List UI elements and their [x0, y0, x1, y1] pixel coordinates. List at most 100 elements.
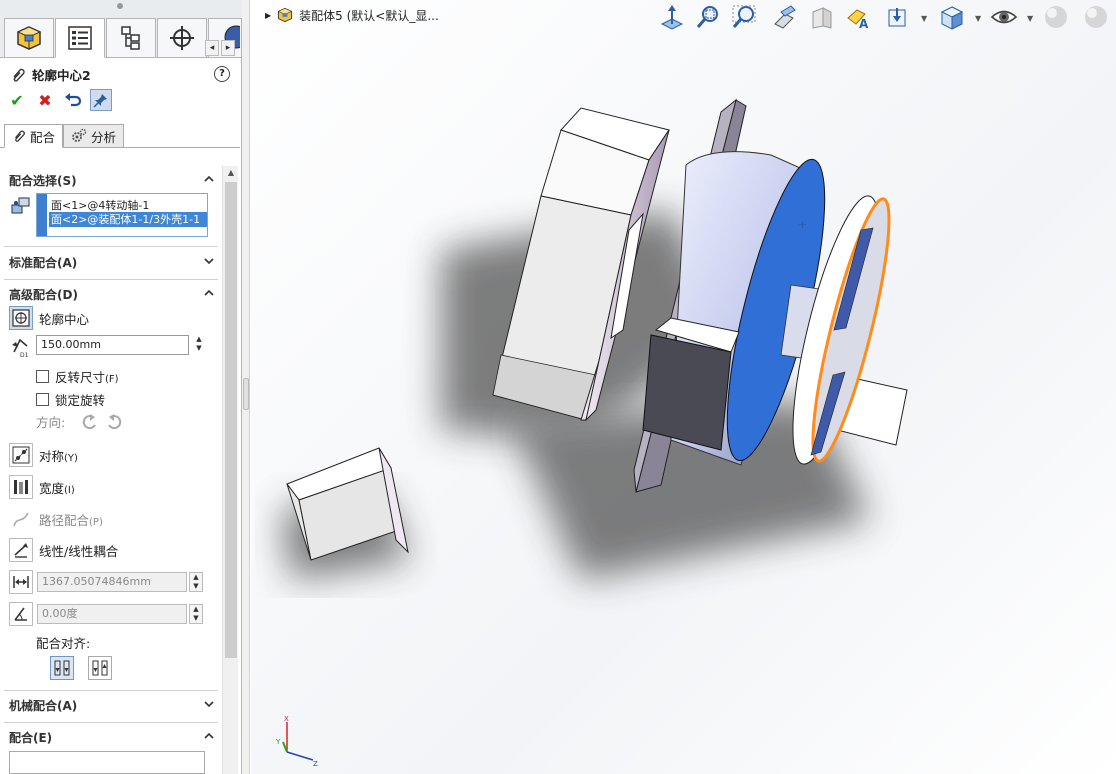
configuration-tree-icon — [121, 26, 140, 50]
offset-distance-input[interactable]: 150.00mm — [36, 335, 189, 355]
manager-tab-strip: ◂ ▸ — [0, 0, 242, 58]
angle-limit-button[interactable] — [9, 602, 33, 626]
mate-entities-icon — [11, 197, 30, 214]
width-button[interactable] — [9, 475, 33, 499]
mate-selection-list[interactable]: 面<1>@4转动轴-1 面<2>@装配体1-1/3外壳1-1 — [36, 193, 208, 237]
linear-coupler-icon — [14, 543, 28, 558]
rotate-ccw-icon — [83, 413, 97, 429]
mates-list-header[interactable]: 配合(E) — [9, 729, 52, 746]
chevron-up-icon[interactable] — [203, 287, 215, 299]
property-manager-title: 轮廓中心2 — [10, 65, 91, 84]
aligned-button[interactable] — [50, 656, 74, 680]
chevron-down-icon[interactable] — [203, 255, 215, 267]
tab-scroll-right-button[interactable]: ▸ — [221, 40, 235, 56]
property-manager-icon — [68, 26, 92, 50]
distance-input[interactable]: 1367.05074846mm — [37, 572, 187, 592]
panel-splitter[interactable] — [242, 0, 250, 774]
tab-feature-manager[interactable] — [4, 18, 54, 58]
anti-aligned-icon — [92, 660, 108, 676]
svg-text:D1: D1 — [20, 352, 29, 358]
gear-icon — [72, 128, 87, 142]
graphics-area[interactable]: ▶ 装配体5 (默认<默认_显... A ▼ ▼ ▼ + X Y Z — [251, 0, 1116, 774]
help-button[interactable]: ? — [214, 66, 230, 82]
paperclip-icon — [15, 130, 25, 142]
mate-subtabs: 配合 分析 — [4, 124, 125, 148]
section-divider — [4, 246, 218, 247]
undo-button[interactable] — [62, 89, 84, 111]
flip-dimension-option[interactable]: 反转尺寸(F) — [36, 367, 119, 386]
origin-marker: + — [798, 218, 807, 231]
anti-aligned-button[interactable] — [88, 656, 112, 680]
keep-visible-pin-button[interactable] — [90, 89, 112, 111]
ok-button[interactable]: ✔ — [6, 89, 28, 111]
tab-analysis-label: 分析 — [91, 129, 117, 145]
linear-coupler-option[interactable]: 线性/线性耦合 — [9, 538, 118, 562]
angle-input[interactable]: 0.00度 — [37, 604, 187, 624]
tab-mates-label: 配合 — [30, 129, 56, 145]
crosshair-icon — [170, 26, 194, 50]
offset-distance-spinner[interactable]: ▲ ▼ — [192, 335, 206, 355]
linear-coupler-button[interactable] — [9, 538, 33, 562]
selection-item-selected[interactable]: 面<2>@装配体1-1/3外壳1-1 — [49, 212, 207, 227]
linear-coupler-label: 线性/线性耦合 — [39, 543, 119, 559]
assembly-tree-icon — [16, 26, 42, 50]
flip-dimension-checkbox[interactable] — [36, 370, 49, 383]
lock-rotation-option[interactable]: 锁定旋转 — [36, 390, 105, 409]
chevron-down-icon[interactable] — [203, 698, 215, 710]
selection-color-bar — [37, 194, 47, 236]
tab-configuration-manager[interactable] — [106, 18, 156, 58]
tab-scroll-left-button[interactable]: ◂ — [205, 40, 219, 56]
mates-listbox[interactable] — [9, 751, 205, 774]
check-icon: ✔ — [10, 90, 24, 110]
selection-item[interactable]: 面<1>@4转动轴-1 — [51, 197, 149, 213]
width-option[interactable]: 宽度(I) — [9, 475, 75, 499]
triad-z-label: Z — [313, 760, 318, 768]
panel-scrollbar[interactable]: ▲ — [222, 166, 238, 774]
panel-grip-dot[interactable] — [117, 3, 123, 9]
mechanical-mates-header[interactable]: 机械配合(A) — [9, 697, 77, 714]
tab-property-manager[interactable] — [55, 18, 105, 58]
symmetric-icon — [12, 446, 30, 464]
chevron-up-icon[interactable] — [203, 173, 215, 185]
pm-action-buttons: ✔ ✖ — [6, 89, 112, 111]
scroll-up-button[interactable]: ▲ — [223, 166, 239, 180]
triad-x-label: X — [284, 715, 289, 723]
profile-center-label: 轮廓中心 — [39, 311, 90, 327]
angle-spinner[interactable]: ▲ ▼ — [189, 604, 203, 624]
mate-alignment-label: 配合对齐: — [36, 636, 91, 651]
path-curve-icon — [13, 512, 29, 527]
section-divider — [4, 690, 218, 691]
path-mate-label: 路径配合(P) — [39, 512, 103, 528]
width-label: 宽度(I) — [39, 480, 75, 496]
coordinate-triad: X Y Z — [275, 715, 318, 768]
profile-center-option[interactable]: 轮廓中心 — [9, 306, 89, 330]
tab-analysis[interactable]: 分析 — [63, 124, 125, 148]
path-mate-option: 路径配合(P) — [9, 507, 103, 531]
symmetric-option[interactable]: 对称(Y) — [9, 443, 78, 467]
rotate-cw-icon — [108, 413, 122, 429]
symmetric-label: 对称(Y) — [39, 448, 78, 464]
offset-distance-icon: D1 — [12, 338, 29, 358]
symmetric-button[interactable] — [9, 443, 33, 467]
chevron-up-icon[interactable] — [203, 730, 215, 742]
distance-spinner[interactable]: ▲ ▼ — [189, 572, 203, 592]
profile-center-button[interactable] — [9, 306, 33, 330]
splitter-grip[interactable] — [243, 378, 249, 410]
scrollbar-thumb[interactable] — [225, 182, 237, 658]
cancel-button[interactable]: ✖ — [34, 89, 56, 111]
undo-icon — [65, 93, 82, 107]
standard-mates-header[interactable]: 标准配合(A) — [9, 254, 77, 271]
aligned-icon — [54, 660, 70, 676]
tab-mates[interactable]: 配合 — [4, 124, 64, 148]
advanced-mates-header[interactable]: 高级配合(D) — [9, 286, 78, 303]
path-mate-button — [9, 507, 33, 531]
distance-limit-button[interactable] — [9, 570, 33, 594]
orientation-row: 方向: — [36, 412, 125, 431]
tab-dimxpert-manager[interactable] — [157, 18, 207, 58]
lock-rotation-checkbox[interactable] — [36, 393, 49, 406]
section-divider — [4, 279, 218, 280]
paperclip-mate-icon — [13, 68, 25, 82]
profile-center-icon — [12, 309, 30, 327]
mate-selections-header[interactable]: 配合选择(S) — [9, 172, 77, 189]
model-view[interactable]: + — [251, 0, 1116, 774]
